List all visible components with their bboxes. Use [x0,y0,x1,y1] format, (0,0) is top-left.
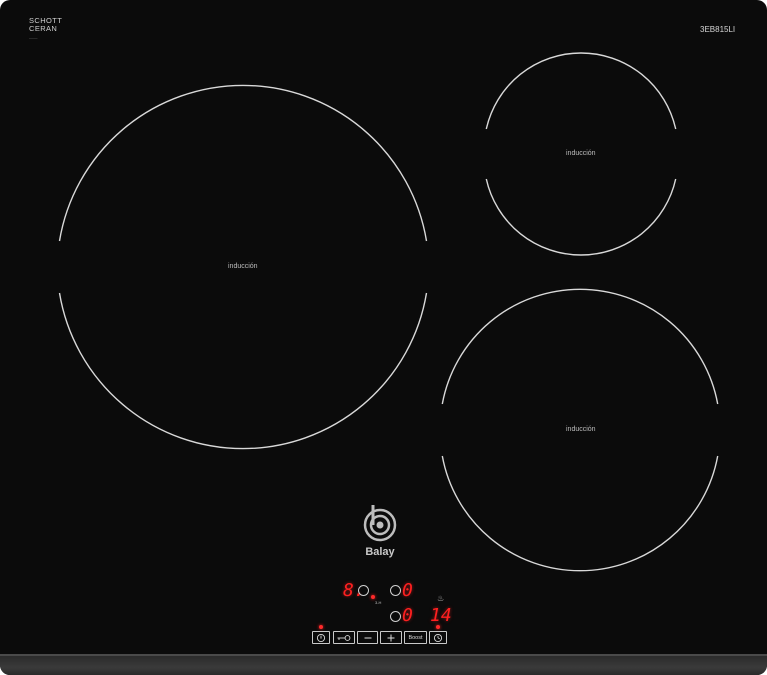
zone-select-ring-left[interactable] [358,585,369,596]
zone-small-top-right-label: inducción [566,150,596,157]
cooking-zones [58,52,719,572]
timer-display: 14 [430,605,452,626]
indicator-dot-left [371,595,375,599]
timer-indicator-dot [436,625,440,629]
plus-icon [387,634,395,641]
zone-large-left-label: inducción [228,263,258,270]
timer-clock-icon [433,633,443,642]
balay-logo: Balay [355,503,405,558]
zone-large-left-arc-top [58,84,428,242]
minus-icon [364,637,371,638]
boost-label: Boost [408,634,423,641]
brand-name: Balay [365,546,395,558]
plus-button[interactable] [380,631,402,644]
minus-button[interactable] [357,631,378,644]
induction-cooktop: SCHOTT CERAN ──── 3EB815LI inducción ind… [0,0,767,675]
zone-small-top-right-arc-top [485,52,677,130]
small-label: 3-H [375,600,382,605]
boost-button[interactable]: Boost [404,631,427,644]
zone-medium-bottom-right-arc-top [441,288,719,405]
bottom-frame-edge [0,656,767,675]
key-lock-icon [337,634,351,641]
zone-small-top-right-arc-bottom [485,178,677,256]
zone-medium-bottom-right-label: inducción [566,426,596,433]
power-icon [316,633,326,642]
balay-logo-icon [363,505,397,542]
zone-select-ring-bottom[interactable] [390,611,401,622]
zone-power-display-top: 0 [402,580,413,601]
zone-medium-bottom-right-arc-bottom [441,455,719,572]
zone-power-display-bottom: 0 [402,605,413,626]
child-lock-button[interactable] [333,631,355,644]
timer-button[interactable] [429,631,447,644]
bell-icon: ♨ [437,594,445,603]
zone-select-ring-top[interactable] [390,585,401,596]
power-indicator-dot [319,625,323,629]
zone-large-left-arc-bottom [58,292,428,450]
power-button[interactable] [312,631,330,644]
